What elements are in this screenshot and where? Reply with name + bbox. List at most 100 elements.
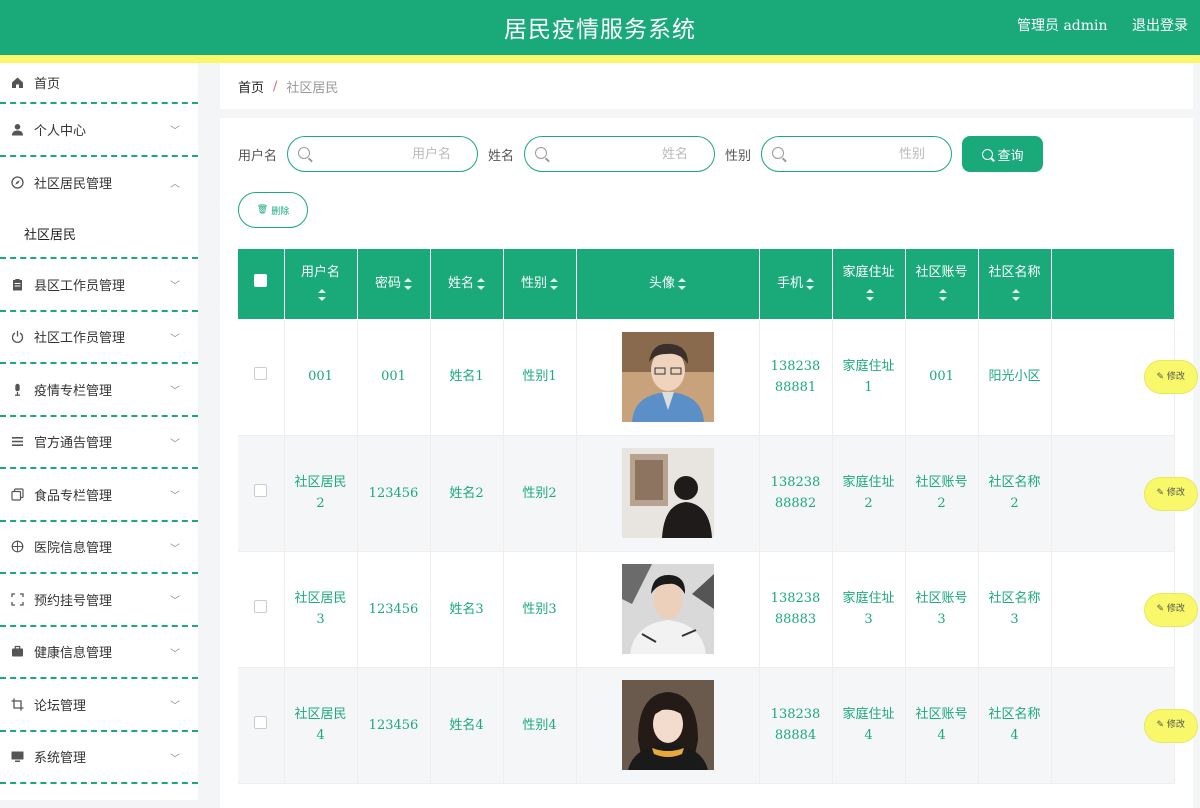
- chevron-down-icon: ﹀: [170, 648, 180, 660]
- sidebar: 首页 个人中心 ﹀ 社区居民管理 ︿ 社区居民 县区工作员管理 ﹀ 社区工作员管…: [0, 63, 198, 800]
- cell-account: 社区账号4: [905, 667, 979, 784]
- edit-button[interactable]: ✎ 修改: [1143, 592, 1198, 627]
- power-icon: [10, 330, 24, 344]
- row-checkbox[interactable]: [254, 367, 268, 381]
- query-button[interactable]: 查询: [962, 136, 1044, 172]
- crop-icon: [10, 697, 24, 711]
- username-search-box: [287, 136, 479, 172]
- cell-actions: ✎ 修改: [1051, 551, 1198, 668]
- admin-label[interactable]: 管理员 admin: [1017, 18, 1108, 34]
- row-select-cell: [238, 667, 285, 784]
- cell-avatar: [576, 435, 760, 552]
- column-header-phone[interactable]: 手机: [759, 249, 833, 319]
- cell-actions: ✎ 修改: [1051, 667, 1198, 784]
- column-header-gender[interactable]: 性别: [503, 249, 577, 319]
- delete-button[interactable]: 🗑 删除: [238, 192, 308, 228]
- sort-icon: [678, 277, 686, 290]
- top-bar: 居民疫情服务系统 管理员 admin 退出登录: [0, 0, 1200, 55]
- header-label: 头像: [648, 276, 675, 291]
- monitor-icon: [10, 750, 24, 764]
- sidebar-item-system[interactable]: 系统管理 ﹀: [0, 732, 198, 784]
- compass-icon: [10, 176, 24, 190]
- row-checkbox[interactable]: [254, 715, 268, 729]
- cell-password: 123456: [357, 667, 431, 784]
- cell-community: 社区名称2: [978, 435, 1052, 552]
- logout-link[interactable]: 退出登录: [1132, 18, 1188, 34]
- name-search-box: [524, 136, 716, 172]
- avatar: [621, 564, 714, 654]
- gender-input[interactable]: [762, 146, 952, 162]
- edit-icon: ✎: [1156, 371, 1167, 382]
- chevron-down-icon: ﹀: [170, 543, 180, 555]
- cell-account: 社区账号2: [905, 435, 979, 552]
- sidebar-item-hospital-info[interactable]: 医院信息管理 ﹀: [0, 522, 198, 574]
- column-header-avatar[interactable]: 头像: [576, 249, 760, 319]
- cell-name: 姓名2: [430, 435, 504, 552]
- username-input[interactable]: [288, 146, 478, 162]
- column-header-actions: [1051, 249, 1175, 319]
- column-header-address[interactable]: 家庭住址: [832, 249, 906, 319]
- sidebar-item-food-column[interactable]: 食品专栏管理 ﹀: [0, 469, 198, 522]
- sort-icon: [550, 277, 558, 290]
- column-header-community[interactable]: 社区名称: [978, 249, 1052, 319]
- select-all-checkbox[interactable]: [254, 274, 268, 287]
- sidebar-item-announcements[interactable]: 官方通告管理 ﹀: [0, 417, 198, 469]
- column-header-name[interactable]: 姓名: [430, 249, 504, 319]
- scan-icon: [10, 592, 24, 606]
- search-icon: [298, 147, 311, 159]
- edit-button[interactable]: ✎ 修改: [1143, 708, 1198, 743]
- cell-name: 姓名4: [430, 667, 504, 784]
- breadcrumb-separator: /: [273, 78, 278, 94]
- sidebar-item-residents[interactable]: 社区居民管理 ︿: [0, 157, 198, 210]
- cell-username: 社区居民4: [284, 667, 358, 784]
- cell-name: 姓名1: [430, 319, 504, 436]
- row-checkbox[interactable]: [254, 599, 268, 613]
- search-icon: [535, 147, 548, 159]
- edit-button[interactable]: ✎ 修改: [1143, 360, 1198, 394]
- breadcrumb-home[interactable]: 首页: [238, 77, 264, 96]
- sidebar-item-community-staff[interactable]: 社区工作员管理 ﹀: [0, 312, 198, 364]
- row-checkbox[interactable]: [254, 483, 268, 497]
- sidebar-item-label: 系统管理: [34, 751, 87, 767]
- chevron-down-icon: ﹀: [170, 701, 180, 712]
- sidebar-item-appointments[interactable]: 预约挂号管理 ﹀: [0, 574, 198, 627]
- header-label: 姓名: [447, 276, 474, 291]
- edit-icon: ✎: [1156, 604, 1167, 614]
- sort-icon: [866, 288, 874, 301]
- sidebar-item-label: 健康信息管理: [34, 646, 113, 662]
- sidebar-item-label: 社区居民管理: [34, 177, 113, 193]
- cell-community: 社区名称3: [978, 551, 1052, 668]
- column-header-username[interactable]: 用户名: [284, 249, 358, 319]
- avatar: [621, 448, 714, 538]
- sidebar-item-label: 食品专栏管理: [34, 488, 113, 504]
- edit-button[interactable]: ✎ 修改: [1143, 476, 1198, 511]
- table-row: 社区居民3 123456 姓名3 性别3 13823888883 家庭住址3 社…: [238, 551, 1198, 668]
- table-header-row: 用户名 密码 姓名 性别 头像 手机 家庭住址 社区账号 社区名称: [238, 249, 1175, 319]
- column-header-account[interactable]: 社区账号: [905, 249, 979, 319]
- sidebar-item-county-staff[interactable]: 县区工作员管理 ﹀: [0, 259, 198, 312]
- sidebar-item-forum[interactable]: 论坛管理 ﹀: [0, 679, 198, 732]
- row-select-cell: [238, 551, 285, 668]
- cell-actions: ✎ 修改: [1051, 319, 1198, 436]
- name-input[interactable]: [525, 146, 715, 162]
- sidebar-item-label: 疫情专栏管理: [34, 383, 113, 399]
- breadcrumb: 首页 / 社区居民: [220, 63, 1193, 109]
- sidebar-item-home[interactable]: 首页: [0, 63, 198, 104]
- cell-gender: 性别1: [503, 319, 577, 436]
- sidebar-subitem-residents[interactable]: 社区居民: [0, 209, 198, 259]
- sidebar-item-epidemic-column[interactable]: 疫情专栏管理 ﹀: [0, 364, 198, 417]
- sidebar-item-profile[interactable]: 个人中心 ﹀: [0, 104, 198, 157]
- sidebar-item-label: 论坛管理: [34, 698, 87, 714]
- cell-phone: 13823888884: [759, 667, 833, 784]
- column-header-password[interactable]: 密码: [357, 249, 431, 319]
- sidebar-item-health-info[interactable]: 健康信息管理 ﹀: [0, 627, 198, 679]
- header-label: 用户名: [300, 265, 340, 280]
- chevron-down-icon: ﹀: [170, 386, 180, 397]
- cell-address: 家庭住址4: [832, 667, 906, 784]
- search-icon: [981, 148, 993, 160]
- search-icon: [772, 147, 785, 159]
- sort-icon: [477, 277, 485, 290]
- header-label: 社区名称: [988, 265, 1041, 280]
- chevron-down-icon: ﹀: [170, 438, 180, 450]
- clipboard-icon: [10, 277, 24, 291]
